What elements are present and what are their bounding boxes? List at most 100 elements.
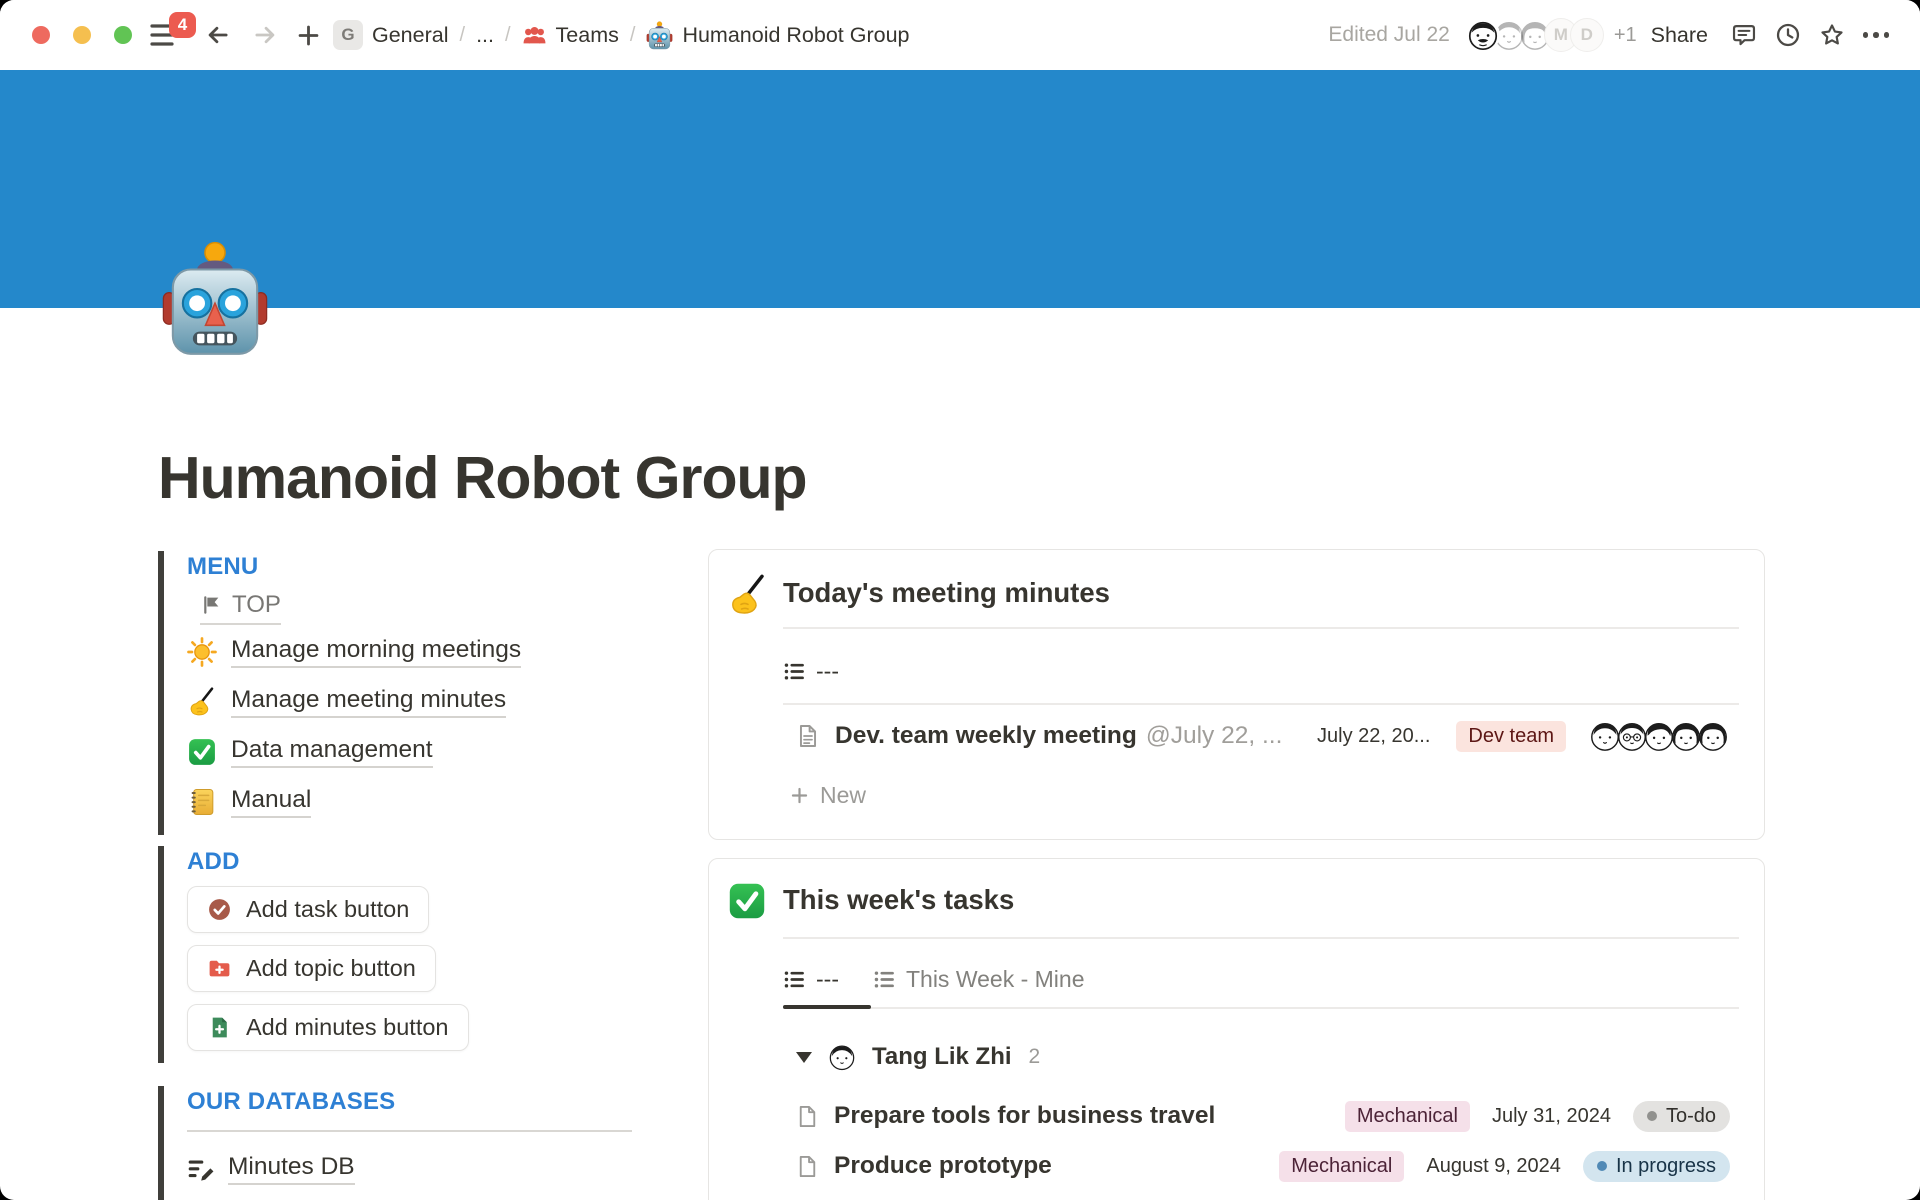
breadcrumb-teams-label: Teams: [556, 23, 619, 48]
menu-link-label: Data management: [231, 736, 433, 768]
collaborator-avatars: M D: [1466, 18, 1604, 52]
view-tab-default[interactable]: ---: [783, 658, 839, 685]
meeting-date-mention: @July 22, ...: [1146, 722, 1283, 750]
task-row[interactable]: Produce prototype Mechanical August 9, 2…: [709, 1141, 1764, 1191]
close-window-button[interactable]: [32, 26, 50, 44]
top-link[interactable]: TOP: [200, 591, 281, 625]
titlebar-actions: Edited Jul 22 M D +1 Share: [1328, 0, 1898, 70]
face-avatar-icon: [1466, 18, 1500, 52]
sidebar-toggle-button[interactable]: 4: [150, 20, 184, 50]
share-button[interactable]: Share: [1651, 23, 1708, 48]
task-title: Produce prototype: [834, 1152, 1052, 1180]
notion-window: 4 G General / ... / Teams / H: [0, 0, 1920, 1200]
back-button[interactable]: [203, 21, 233, 49]
more-options-button[interactable]: [1854, 15, 1898, 55]
category-tag: Mechanical: [1345, 1101, 1470, 1132]
face-avatar-icon: [827, 1042, 857, 1072]
speech-bubble-icon: [1731, 22, 1757, 48]
task-properties: Mechanical July 31, 2024 To-do: [1345, 1101, 1730, 1132]
database-link-minutes-db[interactable]: Minutes DB: [187, 1152, 632, 1186]
add-minutes-button[interactable]: Add minutes button: [187, 1004, 469, 1051]
breadcrumb-workspace[interactable]: G General: [331, 16, 451, 54]
divider: [187, 1130, 632, 1132]
favorite-button[interactable]: [1810, 15, 1854, 55]
menu-link-manage-morning-meetings[interactable]: Manage morning meetings: [187, 635, 632, 669]
databases-heading: OUR DATABASES: [187, 1088, 632, 1116]
breadcrumb-separator: /: [630, 24, 636, 47]
collapse-caret-icon[interactable]: [796, 1052, 812, 1063]
breadcrumb-teams[interactable]: Teams: [520, 19, 621, 52]
task-properties: Mechanical August 9, 2024 In progress: [1279, 1151, 1730, 1182]
view-tab-default[interactable]: ---: [783, 966, 839, 993]
check-circle-icon: [207, 897, 232, 922]
divider: [783, 1007, 1739, 1009]
page-title: Humanoid Robot Group: [158, 444, 807, 512]
workspace-chip: G: [333, 20, 363, 50]
view-tabs: --- This Week - Mine: [783, 952, 1739, 1007]
bulleted-list-icon: [783, 660, 806, 683]
meeting-row[interactable]: Dev. team weekly meeting @July 22, ... J…: [709, 706, 1764, 766]
active-tab-underline: [783, 1005, 871, 1009]
status-badge: In progress: [1583, 1151, 1730, 1182]
breadcrumb-page-label: Humanoid Robot Group: [682, 23, 909, 48]
sun-emoji-icon: [187, 637, 217, 667]
meeting-minutes-card: Today's meeting minutes --- Dev. team we…: [708, 549, 1765, 840]
page-icon-robot[interactable]: [162, 240, 268, 358]
view-tab-label: This Week - Mine: [906, 966, 1085, 993]
check-mark-emoji-icon: [727, 881, 767, 921]
view-tab-label: ---: [816, 966, 839, 993]
flag-icon: [200, 594, 222, 616]
updates-button[interactable]: [1766, 15, 1810, 55]
robot-emoji-icon: [162, 240, 268, 358]
weekly-tasks-card-title: This week's tasks: [783, 884, 1014, 916]
ellipsis-icon: [1863, 32, 1869, 38]
robot-emoji-icon: [646, 21, 673, 50]
new-tab-button[interactable]: [293, 21, 323, 49]
avatar[interactable]: [1466, 18, 1500, 52]
add-topic-button-label: Add topic button: [246, 955, 416, 982]
meeting-title: Dev. team weekly meeting: [835, 722, 1137, 750]
titlebar: 4 G General / ... / Teams / H: [0, 0, 1920, 70]
face-avatar-icon: [1696, 719, 1730, 753]
minimize-window-button[interactable]: [73, 26, 91, 44]
breadcrumb-current-page[interactable]: Humanoid Robot Group: [644, 17, 911, 54]
clock-icon: [1775, 22, 1801, 48]
due-date: August 9, 2024: [1426, 1155, 1561, 1178]
add-task-button[interactable]: Add task button: [187, 886, 429, 933]
databases-section: OUR DATABASES Minutes DB: [158, 1086, 632, 1200]
task-row[interactable]: Prepare tools for business travel Mechan…: [709, 1091, 1764, 1141]
status-dot-icon: [1597, 1161, 1607, 1171]
writing-hand-emoji-icon: [187, 687, 217, 717]
list-pencil-icon: [187, 1156, 214, 1183]
breadcrumb-collapsed[interactable]: ...: [474, 19, 496, 52]
menu-link-data-management[interactable]: Data management: [187, 735, 632, 769]
view-tab-this-week-mine[interactable]: This Week - Mine: [873, 966, 1085, 993]
group-row-tang-lik-zhi[interactable]: Tang Lik Zhi 2: [709, 1034, 1764, 1080]
writing-hand-emoji-icon: [727, 574, 769, 616]
meeting-date-property: July 22, 20...: [1317, 725, 1430, 748]
forward-button[interactable]: [250, 21, 280, 49]
check-mark-emoji-icon: [187, 737, 217, 767]
new-meeting-button[interactable]: New: [789, 772, 866, 818]
add-topic-button[interactable]: Add topic button: [187, 945, 436, 992]
due-date: July 31, 2024: [1492, 1105, 1611, 1128]
plus-icon: [789, 785, 810, 806]
more-collaborators-count[interactable]: +1: [1614, 24, 1637, 47]
view-tab-label: ---: [816, 658, 839, 685]
breadcrumb-workspace-label: General: [372, 23, 449, 48]
breadcrumb: G General / ... / Teams / Humanoid Robot…: [331, 0, 912, 70]
menu-link-manage-meeting-minutes[interactable]: Manage meeting minutes: [187, 685, 632, 719]
status-label: To-do: [1666, 1105, 1716, 1128]
meeting-minutes-card-title: Today's meeting minutes: [783, 577, 1110, 609]
status-badge: To-do: [1633, 1101, 1730, 1132]
avatar-initial[interactable]: D: [1570, 18, 1604, 52]
add-task-button-label: Add task button: [246, 896, 409, 923]
bulleted-list-icon: [873, 968, 896, 991]
bulleted-list-icon: [783, 968, 806, 991]
file-plus-icon: [207, 1015, 232, 1040]
zoom-window-button[interactable]: [114, 26, 132, 44]
status-label: In progress: [1616, 1155, 1716, 1178]
menu-link-manual[interactable]: Manual: [187, 785, 632, 819]
comments-button[interactable]: [1722, 15, 1766, 55]
status-dot-icon: [1647, 1111, 1657, 1121]
